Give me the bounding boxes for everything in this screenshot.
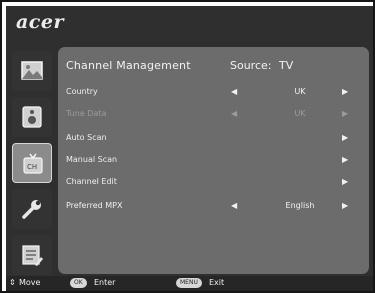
move-hint: Move [19,278,41,287]
brand-logo: acer [16,11,64,33]
menu-row-channel-edit[interactable]: Channel Edit ▶ [58,177,369,191]
arrow-right-icon[interactable]: ▶ [342,201,348,210]
sidebar-tab-channel[interactable]: CH [12,143,52,183]
audio-icon [22,106,42,128]
menu-key-icon: MENU [176,278,202,288]
menu-title: Channel Management [66,59,191,72]
ok-key-icon: OK [70,278,87,288]
sidebar-tab-settings[interactable] [12,189,52,229]
arrow-right-icon: ▶ [342,109,349,118]
tune-data-value: UK [294,109,306,118]
source-label: Source: [230,59,272,72]
channel-edit-label: Channel Edit [66,177,117,186]
country-value: UK [294,87,306,96]
menu-row-tune-data: Tune Data ◀ UK ▶ [58,109,369,123]
settings-icon [22,200,41,219]
channel-management-panel: Channel Management Source: TV Country ◀ … [58,47,369,274]
menu-row-manual-scan[interactable]: Manual Scan ▶ [58,155,369,169]
arrow-right-icon[interactable]: ▶ [342,133,348,142]
preferred-mpx-label: Preferred MPX [66,201,123,210]
arrow-right-icon[interactable]: ▶ [342,155,348,164]
preferred-mpx-value: English [285,201,315,210]
sidebar-tab-audio[interactable] [12,97,52,137]
arrow-left-icon[interactable]: ◀ [231,87,237,96]
country-label: Country [66,87,98,96]
svg-text:CH: CH [27,163,37,171]
arrow-left-icon[interactable]: ◀ [231,201,237,210]
exit-hint: Exit [209,278,225,287]
arrow-right-icon[interactable]: ▶ [342,87,348,96]
arrow-left-icon: ◀ [231,109,238,118]
tune-data-label: Tune Data [66,109,107,118]
tv-screen-frame: acer CH Channel Management Source: TV Co… [0,0,375,293]
source-value: TV [279,59,294,72]
sidebar-tab-picture[interactable] [12,51,52,91]
arrow-right-icon[interactable]: ▶ [342,177,348,186]
menu-row-auto-scan[interactable]: Auto Scan ▶ [58,133,369,147]
footer-hint-bar: ⇕ Move OK Enter MENU Exit [6,276,373,291]
osd-screen: acer CH Channel Management Source: TV Co… [6,6,373,291]
enter-hint: Enter [94,278,116,287]
menu-row-preferred-mpx[interactable]: Preferred MPX ◀ English ▶ [58,201,369,215]
sidebar-tab-list[interactable] [12,235,52,275]
manual-scan-label: Manual Scan [66,155,118,164]
menu-row-country[interactable]: Country ◀ UK ▶ [58,87,369,101]
list-icon [22,245,43,266]
move-arrows-icon: ⇕ [9,278,16,287]
channel-icon: CH [23,153,43,174]
auto-scan-label: Auto Scan [66,133,107,142]
picture-icon [21,61,43,80]
